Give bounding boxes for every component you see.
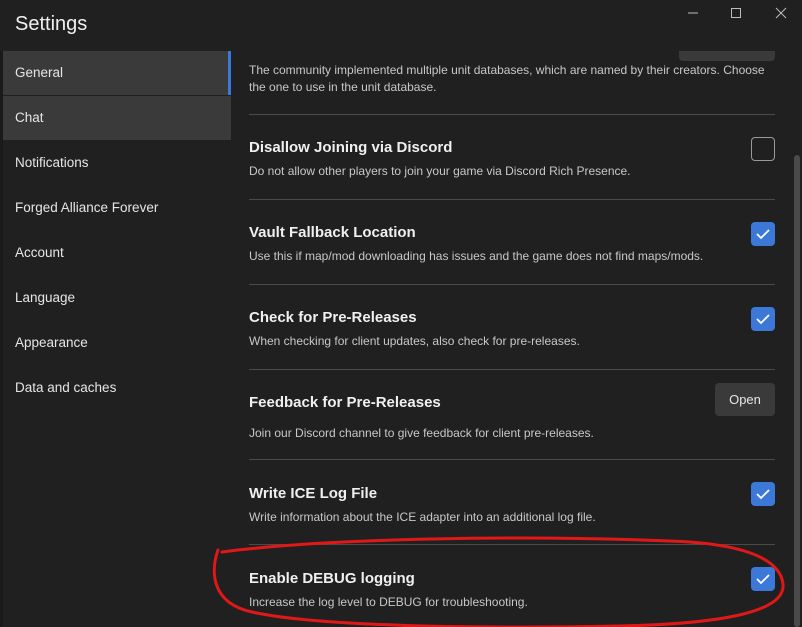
- sidebar-item-appearance[interactable]: Appearance: [3, 321, 231, 365]
- settings-sidebar: General Chat Notifications Forged Allian…: [3, 51, 231, 627]
- checkmark-icon: [756, 314, 770, 325]
- setting-title: Disallow Joining via Discord: [249, 139, 453, 156]
- setting-description: Increase the log level to DEBUG for trou…: [249, 595, 528, 609]
- divider: [249, 199, 775, 200]
- setting-title: Check for Pre-Releases: [249, 309, 417, 326]
- sidebar-item-chat[interactable]: Chat: [3, 96, 231, 140]
- maximize-icon[interactable]: [729, 6, 743, 20]
- divider: [249, 369, 775, 370]
- content-scrollbar[interactable]: [794, 155, 800, 627]
- minimize-icon[interactable]: [686, 6, 700, 20]
- setting-description: Join our Discord channel to give feedbac…: [249, 426, 594, 440]
- setting-description: Do not allow other players to join your …: [249, 164, 631, 178]
- settings-content: The community implemented multiple unit …: [231, 51, 791, 627]
- window-title: Settings: [15, 13, 88, 35]
- enable-debug-logging-checkbox[interactable]: [751, 567, 775, 591]
- divider: [249, 459, 775, 460]
- setting-title: Vault Fallback Location: [249, 224, 416, 241]
- open-feedback-button[interactable]: Open: [715, 383, 775, 416]
- sidebar-item-language[interactable]: Language: [3, 276, 231, 320]
- sidebar-item-data-and-caches[interactable]: Data and caches: [3, 366, 231, 410]
- setting-title: Feedback for Pre-Releases: [249, 394, 441, 411]
- checkmark-icon: [756, 229, 770, 240]
- disallow-joining-discord-checkbox[interactable]: [751, 137, 775, 161]
- setting-description: Use this if map/mod downloading has issu…: [249, 249, 704, 263]
- vault-fallback-location-checkbox[interactable]: [751, 222, 775, 246]
- divider: [249, 284, 775, 285]
- partial-select-button[interactable]: [679, 51, 775, 61]
- sidebar-item-account[interactable]: Account: [3, 231, 231, 275]
- settings-window: Settings General Chat Notifications Forg…: [0, 0, 802, 627]
- setting-description: When checking for client updates, also c…: [249, 334, 580, 348]
- checkmark-icon: [756, 489, 770, 500]
- setting-title: Enable DEBUG logging: [249, 570, 415, 587]
- sidebar-item-forged-alliance-forever[interactable]: Forged Alliance Forever: [3, 186, 231, 230]
- sidebar-item-notifications[interactable]: Notifications: [3, 141, 231, 185]
- unit-database-description: The community implemented multiple unit …: [249, 63, 765, 94]
- divider: [249, 544, 775, 545]
- checkmark-icon: [756, 574, 770, 585]
- check-for-pre-releases-checkbox[interactable]: [751, 307, 775, 331]
- sidebar-item-general[interactable]: General: [3, 51, 231, 95]
- divider: [249, 114, 775, 115]
- write-ice-log-file-checkbox[interactable]: [751, 482, 775, 506]
- setting-title: Write ICE Log File: [249, 485, 378, 502]
- setting-description: Write information about the ICE adapter …: [249, 510, 596, 524]
- close-icon[interactable]: [774, 6, 788, 20]
